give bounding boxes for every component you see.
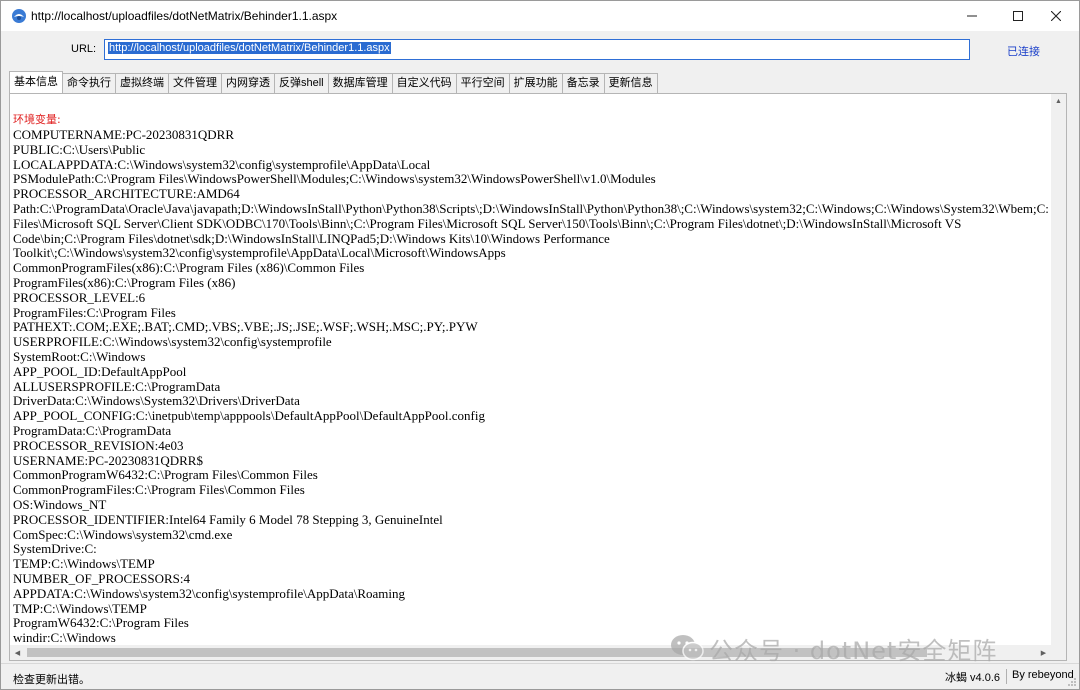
scrollbar-corner: [1051, 645, 1066, 660]
app-window: http://localhost/uploadfiles/dotNetMatri…: [0, 0, 1080, 690]
env-variable-line: ProgramFiles:C:\Program Files: [13, 304, 176, 320]
env-info-text[interactable]: 环境变量: COMPUTERNAME:PC-20230831QDRR PUBLIC…: [10, 94, 1066, 646]
env-variable-line: PUBLIC:C:\Users\Public: [13, 141, 146, 157]
minimize-button[interactable]: [949, 1, 995, 31]
wechat-watermark: 公众号 · dotNet安全矩阵: [669, 633, 998, 665]
env-variable-line: Path:C:\ProgramData\Oracle\Java\javapath…: [13, 200, 1049, 216]
env-variable-line: USERPROFILE:C:\Windows\system32\config\s…: [13, 334, 332, 350]
minimize-icon: [967, 15, 977, 17]
env-variable-line: APP_POOL_ID:DefaultAppPool: [13, 363, 187, 379]
maximize-icon: [1013, 11, 1023, 21]
env-variable-line: Toolkit\;C:\Windows\system32\config\syst…: [13, 245, 506, 261]
tab-command-exec[interactable]: 命令执行: [62, 73, 116, 93]
url-input[interactable]: http://localhost/uploadfiles/dotNetMatri…: [104, 39, 970, 60]
env-variable-line: PROCESSOR_ARCHITECTURE:AMD64: [13, 186, 240, 202]
env-variable-line: OS:Windows_NT: [13, 496, 107, 512]
scroll-right-icon[interactable]: ▶: [1036, 645, 1051, 660]
tab-extensions[interactable]: 扩展功能: [508, 73, 563, 93]
env-variable-line: LOCALAPPDATA:C:\Windows\system32\config\…: [13, 156, 431, 172]
env-variable-line: SystemRoot:C:\Windows: [13, 348, 146, 364]
tab-database-manager[interactable]: 数据库管理: [327, 73, 393, 93]
watermark-text: 公众号 · dotNet安全矩阵: [709, 636, 998, 665]
env-variable-line: Files\Microsoft SQL Server\Client SDK\OD…: [13, 215, 962, 231]
close-button[interactable]: [1033, 1, 1079, 31]
author-label: By rebeyond: [1012, 669, 1074, 681]
tab-bar: 基本信息 命令执行 虚拟终端 文件管理 内网穿透 反弹shell 数据库管理 自…: [9, 71, 658, 93]
env-variable-line: APPDATA:C:\Windows\system32\config\syste…: [13, 585, 406, 601]
scroll-up-icon[interactable]: ▲: [1051, 94, 1066, 109]
env-variable-line: ALLUSERSPROFILE:C:\ProgramData: [13, 378, 221, 394]
env-variable-line: ProgramData:C:\ProgramData: [13, 422, 172, 438]
env-variable-line: TMP:C:\Windows\TEMP: [13, 600, 147, 616]
env-variable-line: ProgramW6432:C:\Program Files: [13, 615, 189, 631]
tab-update-info[interactable]: 更新信息: [603, 73, 658, 93]
env-variable-line: PROCESSOR_IDENTIFIER:Intel64 Family 6 Mo…: [13, 511, 443, 527]
connection-status[interactable]: 已连接: [1007, 43, 1040, 59]
scroll-left-icon[interactable]: ◀: [10, 645, 25, 660]
env-variable-line: ComSpec:C:\Windows\system32\cmd.exe: [13, 526, 233, 542]
title-bar: http://localhost/uploadfiles/dotNetMatri…: [1, 1, 1079, 31]
url-input-value: http://localhost/uploadfiles/dotNetMatri…: [108, 42, 391, 54]
tab-file-manager[interactable]: 文件管理: [168, 73, 222, 93]
env-variable-line: ProgramFiles(x86):C:\Program Files (x86): [13, 274, 236, 290]
env-variable-line: PROCESSOR_LEVEL:6: [13, 289, 146, 305]
window-title: http://localhost/uploadfiles/dotNetMatri…: [31, 9, 338, 23]
tab-virtual-terminal[interactable]: 虚拟终端: [115, 73, 169, 93]
tab-memo[interactable]: 备忘录: [561, 73, 605, 93]
resize-grip-icon[interactable]: [1067, 677, 1077, 687]
version-label: 冰蝎 v4.0.6: [945, 669, 1008, 684]
env-variable-line: DriverData:C:\Windows\System32\Drivers\D…: [13, 393, 300, 409]
env-variable-line: PATHEXT:.COM;.EXE;.BAT;.CMD;.VBS;.VBE;.J…: [13, 319, 478, 335]
env-variable-line: APP_POOL_CONFIG:C:\inetpub\temp\apppools…: [13, 408, 485, 424]
env-variable-line: USERNAME:PC-20230831QDRR$: [13, 452, 203, 468]
status-bar: 检查更新出错。 冰蝎 v4.0.6 By rebeyond: [1, 663, 1079, 689]
vertical-scrollbar[interactable]: ▲: [1051, 94, 1066, 646]
env-variable-line: CommonProgramFiles(x86):C:\Program Files…: [13, 260, 365, 276]
url-label: URL:: [71, 43, 97, 55]
tab-parallel-space[interactable]: 平行空间: [455, 73, 510, 93]
env-variable-line: NUMBER_OF_PROCESSORS:4: [13, 570, 190, 586]
status-message: 检查更新出错。: [13, 674, 90, 686]
tab-intranet-tunnel[interactable]: 内网穿透: [221, 73, 275, 93]
env-variable-line: PSModulePath:C:\Program Files\WindowsPow…: [13, 171, 656, 187]
env-variable-line: TEMP:C:\Windows\TEMP: [13, 556, 155, 572]
env-variable-line: SystemDrive:C:: [13, 541, 97, 557]
tab-reverse-shell[interactable]: 反弹shell: [274, 73, 329, 93]
wechat-icon: [671, 635, 704, 661]
tab-custom-code[interactable]: 自定义代码: [391, 73, 457, 93]
env-variable-line: COMPUTERNAME:PC-20230831QDRR: [13, 127, 235, 142]
tab-basic-info[interactable]: 基本信息: [9, 71, 63, 93]
env-section-title: 环境变量:: [13, 113, 61, 126]
env-variable-list: COMPUTERNAME:PC-20230831QDRR PUBLIC:C:\Us…: [13, 127, 1063, 646]
url-bar: URL: http://localhost/uploadfiles/dotNet…: [1, 31, 1079, 69]
env-variable-line: Code\bin;C:\Program Files\dotnet\sdk;D:\…: [13, 230, 610, 246]
env-variable-line: PROCESSOR_REVISION:4e03: [13, 437, 184, 453]
env-variable-line: CommonProgramW6432:C:\Program Files\Comm…: [13, 467, 318, 483]
behinder-app-icon: [12, 9, 26, 23]
basic-info-panel: 环境变量: COMPUTERNAME:PC-20230831QDRR PUBLIC…: [9, 93, 1067, 661]
env-variable-line: CommonProgramFiles:C:\Program Files\Comm…: [13, 482, 305, 498]
close-icon: [1051, 11, 1061, 21]
